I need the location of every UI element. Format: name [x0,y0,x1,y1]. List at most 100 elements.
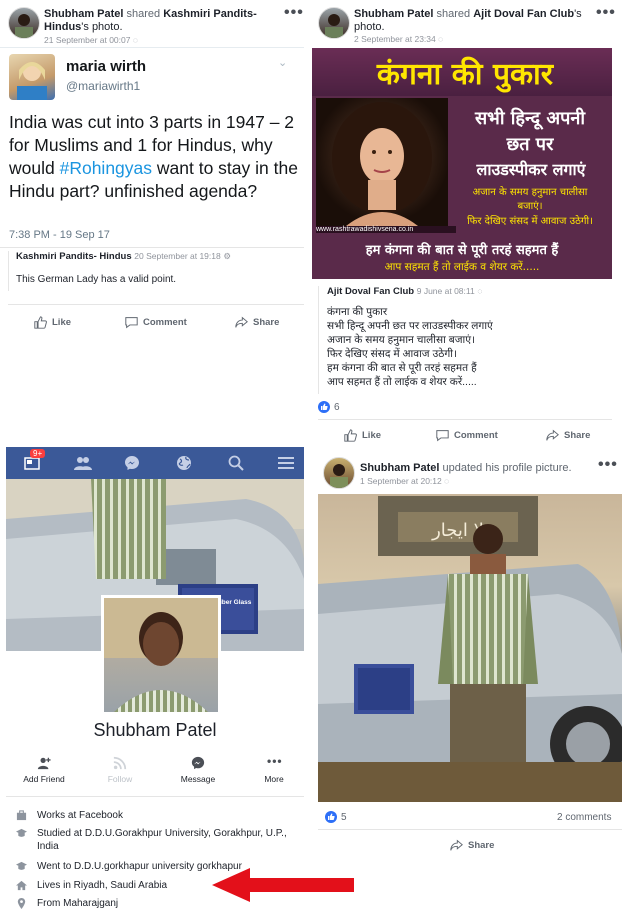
friends-icon[interactable] [74,455,92,476]
tweet-hashtag[interactable]: #Rohingyas [60,158,152,178]
messenger-icon[interactable] [124,455,140,476]
post1-menu-icon[interactable]: ••• [284,4,304,22]
tweet-time: 7:38 PM - 19 Sep 17 [9,229,110,241]
post3-reactions[interactable]: 5 [325,811,347,823]
poster-line3: लाउडस्पीकर लगाएं [476,160,586,179]
follow-button[interactable]: Follow [90,756,150,784]
poster-website: www.rashtrawadishivsena.co.in [316,226,456,233]
post2-action: shared [436,8,471,20]
comment-label: Comment [143,317,187,328]
caption-line: हम कंगना की बात से पूरी तरहं सहमत हैं [327,362,477,374]
tweet-avatar [9,54,55,100]
message-button[interactable]: Message [168,756,228,784]
post3-author[interactable]: Shubham Patel [360,462,439,474]
chevron-down-icon[interactable]: ⌄ [278,56,287,69]
post3-header: Shubham Patel updated his profile pictur… [360,462,590,475]
gear-icon[interactable]: ⚙ [223,251,231,261]
post3-menu-icon[interactable]: ••• [598,456,618,474]
add-friend-label: Add Friend [23,774,65,784]
post2-like-button[interactable]: Like [344,429,381,442]
more-label: More [264,774,284,784]
kangana-poster[interactable]: कंगना की पुकार सभी हिन्दू अपनी छत पर लाउ… [312,48,612,279]
globe-icon: ◌ [444,476,450,486]
poster-portrait [316,98,448,226]
poster-line6: फिर देखिए संसद में आवाज उठेगी। [467,216,593,227]
globe-icon: ◌ [477,286,483,296]
post2-header: Shubham Patel shared Ajit Doval Fan Club… [354,8,584,34]
post2-reactions[interactable]: 6 [318,401,340,413]
post3-photo[interactable]: لا ايجار [318,494,622,802]
graduation-cap-icon [16,861,27,870]
post1-share-button[interactable]: Share [235,316,279,329]
messenger-icon [191,756,205,770]
menu-icon[interactable] [278,456,294,475]
location-pin-icon [17,898,26,909]
comment-time[interactable]: 20 September at 19:18 [134,251,220,261]
poster-line4: अजान के समय हनुमान चालीसा [472,187,588,198]
fb-top-nav: 9+ [6,447,304,479]
post2-timestamp[interactable]: 2 September at 23:34 ◌ [354,34,443,44]
like-label: Like [362,430,382,441]
caption-line: आप सहमत हैं तो लाईक व शेयर करें..... [327,376,477,388]
search-icon[interactable] [228,455,244,476]
notification-badge: 9+ [30,449,46,458]
poster-line2: छत पर [506,134,554,155]
poster-bottom2: आप सहमत हैं तो लाईक व शेयर करें..... [384,261,540,273]
share-icon [450,839,463,851]
post3-avatar[interactable] [323,457,355,489]
poster-bottom1: हम कंगना की बात से पूरी तरहं सहमत हैं [365,243,559,258]
tweet-handle[interactable]: @mariawirth1 [66,79,140,93]
caption-line: फिर देखिए संसद में आवाज उठेगी। [327,348,457,360]
profile-picture[interactable] [101,595,221,715]
share-label: Share [253,317,280,328]
house-icon [16,880,27,891]
caption-line: कंगना की पुकार [327,306,388,318]
caption-line: सभी हिन्दू अपनी छत पर लाउडस्पीकर लगाएं [327,320,493,332]
poster-line1: सभी हिन्दू अपनी [475,108,585,129]
post2-menu-icon[interactable]: ••• [596,4,616,22]
post3-share-button[interactable]: Share [450,839,494,852]
info-work: Works at Facebook [16,809,287,822]
caption-time[interactable]: 9 June at 08:11 [417,286,475,296]
globe-icon[interactable] [176,455,192,476]
post1-timestamp[interactable]: 21 September at 00:07 ◌ [44,35,138,45]
globe-icon: ◌ [132,35,138,45]
comment-icon [436,430,449,442]
post2-time-text: 2 September at 23:34 [354,34,436,44]
post2-source[interactable]: Ajit Doval Fan Club [473,8,574,20]
share-label: Share [564,430,591,441]
like-reaction-icon [318,401,330,413]
post1-header: Shubham Patel shared Kashmiri Pandits-Hi… [44,8,264,34]
post1-comment-button[interactable]: Comment [125,316,187,329]
post1-source-suffix: 's photo. [81,21,123,33]
comment-author[interactable]: Kashmiri Pandits- Hindus [16,251,132,262]
post3-like-count: 5 [341,811,347,823]
post3-timestamp[interactable]: 1 September at 20:12 ◌ [360,476,449,486]
info-work-text: Works at Facebook [37,810,123,821]
caption-line: अजान के समय हनुमान चालीसा बजाएं। [327,334,476,346]
tweet-card[interactable]: maria wirth @mariawirth1 ⌄ India was cut… [0,47,304,248]
post2-share-button[interactable]: Share [546,429,590,442]
post2-avatar[interactable] [318,7,350,39]
share-label: Share [468,840,495,851]
rss-icon [113,756,127,770]
tweet-display-name[interactable]: maria wirth [66,58,146,75]
caption-author[interactable]: Ajit Doval Fan Club [327,286,414,297]
post1-avatar[interactable] [8,7,40,39]
post2-caption: Ajit Doval Fan Club 9 June at 08:11 ◌ कं… [318,286,617,394]
comment-icon [125,317,138,329]
post2-like-count: 6 [334,401,340,413]
caption-body: कंगना की पुकार सभी हिन्दू अपनी छत पर लाउ… [327,305,617,389]
post1-author[interactable]: Shubham Patel [44,8,123,20]
follow-label: Follow [107,774,133,784]
more-button[interactable]: ••• More [244,755,304,784]
info-studied: Studied at D.D.U.Gorakhpur University, G… [16,827,287,853]
thumbs-up-icon [34,316,47,329]
post1-like-button[interactable]: Like [34,316,71,329]
post3-comment-count[interactable]: 2 comments [557,812,611,823]
add-friend-button[interactable]: Add Friend [14,756,74,784]
message-label: Message [180,774,216,784]
comment-text: This German Lady has a valid point. [16,274,177,285]
post2-comment-button[interactable]: Comment [436,429,498,442]
post2-author[interactable]: Shubham Patel [354,8,433,20]
